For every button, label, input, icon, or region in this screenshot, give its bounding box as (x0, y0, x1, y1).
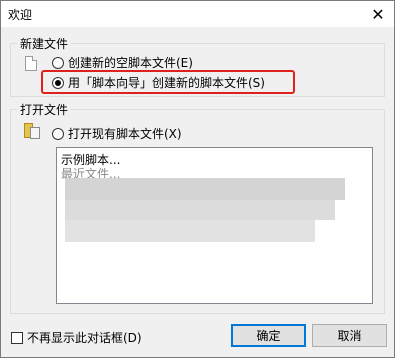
close-icon: ✕ (371, 4, 385, 24)
dont-show-again-checkbox[interactable]: 不再显示此对话框(D) (11, 329, 142, 346)
ok-button[interactable]: 确定 (231, 324, 306, 347)
redacted-area (65, 200, 335, 220)
close-button[interactable]: ✕ (362, 1, 394, 27)
create-wizard-script-radio[interactable]: 用「脚本向导」创建新的脚本文件(S) (52, 74, 265, 91)
radio-button-selected[interactable] (52, 76, 64, 89)
dont-show-again-label: 不再显示此对话框(D) (27, 331, 142, 345)
ok-button-label: 确定 (256, 329, 281, 343)
radio-button[interactable] (52, 127, 64, 140)
checkbox[interactable] (11, 331, 23, 344)
open-existing-script-radio[interactable]: 打开现有脚本文件(X) (52, 125, 182, 142)
create-wizard-script-label: 用「脚本向导」创建新的脚本文件(S) (68, 76, 265, 90)
welcome-dialog: 欢迎 ✕ 新建文件 创建新的空脚本文件(E) 用「脚本向导」创建新的脚本文件(S… (0, 0, 395, 358)
cancel-button[interactable]: 取消 (312, 324, 387, 347)
create-empty-script-label: 创建新的空脚本文件(E) (68, 56, 193, 70)
recent-scripts-list[interactable]: 示例脚本... 最近文件... (56, 147, 373, 304)
open-existing-script-label: 打开现有脚本文件(X) (68, 127, 182, 141)
redacted-area (65, 220, 315, 242)
open-file-group-label: 打开文件 (17, 101, 72, 118)
title-bar: 欢迎 ✕ (1, 1, 394, 27)
redacted-area (65, 178, 345, 200)
radio-button[interactable] (52, 56, 64, 69)
window-title: 欢迎 (8, 8, 33, 22)
cancel-button-label: 取消 (337, 329, 362, 343)
new-file-icon (25, 56, 37, 71)
open-file-icon (24, 123, 40, 139)
create-empty-script-radio[interactable]: 创建新的空脚本文件(E) (52, 54, 193, 71)
new-file-group-label: 新建文件 (17, 35, 72, 52)
